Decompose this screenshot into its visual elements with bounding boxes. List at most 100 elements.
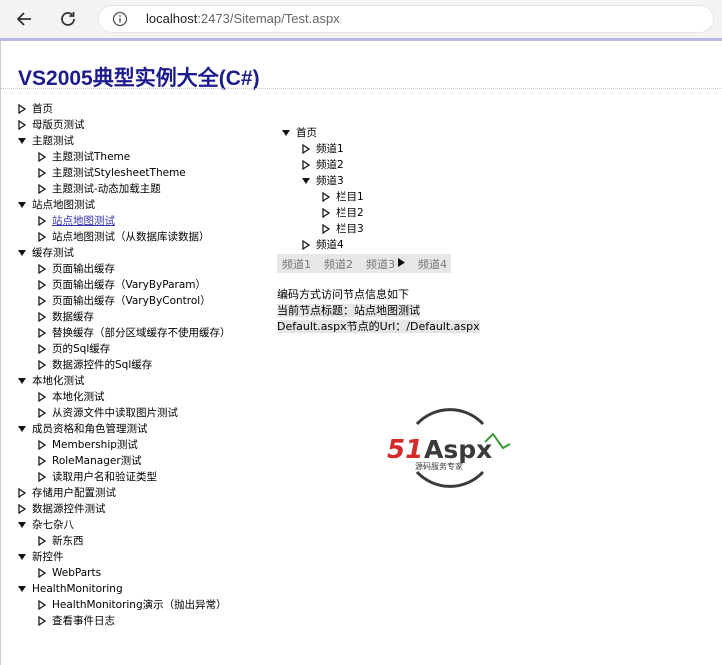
tree-node-label[interactable]: 频道1: [314, 141, 344, 157]
collapsed-arrow-icon[interactable]: [34, 357, 50, 373]
tree-node-label[interactable]: 栏目3: [334, 221, 364, 237]
expanded-arrow-icon[interactable]: [278, 125, 294, 141]
tree-node-label[interactable]: 替换缓存（部分区域缓存不使用缓存）: [50, 325, 231, 341]
tree-node-label[interactable]: 本地化测试: [30, 373, 85, 389]
tree-node-label[interactable]: 主题测试StylesheetTheme: [50, 165, 186, 181]
collapsed-arrow-icon[interactable]: [34, 277, 50, 293]
collapsed-arrow-icon[interactable]: [34, 437, 50, 453]
collapsed-arrow-icon[interactable]: [34, 405, 50, 421]
collapsed-arrow-icon[interactable]: [34, 261, 50, 277]
tree-node[interactable]: 新东西: [14, 533, 231, 549]
tree-node-label[interactable]: 成员资格和角色管理测试: [30, 421, 148, 437]
tree-node[interactable]: 数据缓存: [14, 309, 231, 325]
tree-node-label[interactable]: 频道2: [314, 157, 344, 173]
tree-node[interactable]: 栏目3: [278, 221, 364, 237]
tree-node[interactable]: 缓存测试: [14, 245, 231, 261]
tree-node[interactable]: 数据源控件的Sql缓存: [14, 357, 231, 373]
tree-node[interactable]: 页面输出缓存（VaryByParam）: [14, 277, 231, 293]
tree-node[interactable]: 存储用户配置测试: [14, 485, 231, 501]
tree-node-label[interactable]: 主题测试: [30, 133, 74, 149]
tree-node-label[interactable]: 本地化测试: [50, 389, 105, 405]
tree-node[interactable]: 频道3: [278, 173, 364, 189]
collapsed-arrow-icon[interactable]: [34, 293, 50, 309]
tree-node[interactable]: 母版页测试: [14, 117, 231, 133]
collapsed-arrow-icon[interactable]: [34, 389, 50, 405]
tree-node-label[interactable]: 读取用户名和验证类型: [50, 469, 157, 485]
tree-node[interactable]: 站点地图测试: [14, 197, 231, 213]
tree-node-label[interactable]: 首页: [30, 101, 53, 117]
tree-node-label[interactable]: 频道3: [314, 173, 344, 189]
tree-node[interactable]: RoleManager测试: [14, 453, 231, 469]
tree-node[interactable]: 主题测试Theme: [14, 149, 231, 165]
tree-node[interactable]: 站点地图测试（从数据库读数据）: [14, 229, 231, 245]
collapsed-arrow-icon[interactable]: [34, 533, 50, 549]
tree-node-label[interactable]: 查看事件日志: [50, 613, 115, 629]
tree-node-label[interactable]: 页面输出缓存（VaryByControl）: [50, 293, 211, 309]
collapsed-arrow-icon[interactable]: [34, 597, 50, 613]
expanded-arrow-icon[interactable]: [14, 549, 30, 565]
collapsed-arrow-icon[interactable]: [14, 485, 30, 501]
tree-node[interactable]: 本地化测试: [14, 389, 231, 405]
tree-node[interactable]: 从资源文件中读取图片测试: [14, 405, 231, 421]
collapsed-arrow-icon[interactable]: [14, 117, 30, 133]
collapsed-arrow-icon[interactable]: [318, 221, 334, 237]
tree-node[interactable]: 主题测试-动态加载主题: [14, 181, 231, 197]
tree-node-label[interactable]: 数据源控件的Sql缓存: [50, 357, 152, 373]
collapsed-arrow-icon[interactable]: [34, 181, 50, 197]
tree-node-label[interactable]: 站点地图测试（从数据库读数据）: [50, 229, 210, 245]
address-bar[interactable]: localhost:2473/Sitemap/Test.aspx: [98, 5, 714, 33]
tree-node[interactable]: 数据源控件测试: [14, 501, 231, 517]
url-text[interactable]: localhost:2473/Sitemap/Test.aspx: [146, 11, 340, 26]
tree-node[interactable]: Membership测试: [14, 437, 231, 453]
tree-node-label[interactable]: 杂七杂八: [30, 517, 74, 533]
tree-node[interactable]: 首页: [278, 125, 364, 141]
expanded-arrow-icon[interactable]: [14, 373, 30, 389]
collapsed-arrow-icon[interactable]: [34, 165, 50, 181]
tree-node[interactable]: 主题测试StylesheetTheme: [14, 165, 231, 181]
collapsed-arrow-icon[interactable]: [34, 469, 50, 485]
tree-node-label[interactable]: 站点地图测试: [30, 197, 95, 213]
tree-node[interactable]: 频道2: [278, 157, 364, 173]
tree-node[interactable]: 替换缓存（部分区域缓存不使用缓存）: [14, 325, 231, 341]
tree-node-label[interactable]: 母版页测试: [30, 117, 85, 133]
info-icon[interactable]: [112, 11, 128, 27]
tree-node[interactable]: 读取用户名和验证类型: [14, 469, 231, 485]
tree-node-label[interactable]: RoleManager测试: [50, 453, 142, 469]
collapsed-arrow-icon[interactable]: [34, 613, 50, 629]
tree-node[interactable]: 成员资格和角色管理测试: [14, 421, 231, 437]
collapsed-arrow-icon[interactable]: [34, 309, 50, 325]
tree-node-label[interactable]: 页的Sql缓存: [50, 341, 110, 357]
collapsed-arrow-icon[interactable]: [318, 205, 334, 221]
collapsed-arrow-icon[interactable]: [34, 325, 50, 341]
tree-node[interactable]: 频道1: [278, 141, 364, 157]
tree-node-label[interactable]: 站点地图测试: [50, 213, 115, 229]
tree-node[interactable]: 页面输出缓存: [14, 261, 231, 277]
tree-node-label[interactable]: 主题测试-动态加载主题: [50, 181, 161, 197]
expanded-arrow-icon[interactable]: [14, 133, 30, 149]
tree-node-label[interactable]: HealthMonitoring演示（抛出异常）: [50, 597, 227, 613]
tree-node[interactable]: 栏目2: [278, 205, 364, 221]
expanded-arrow-icon[interactable]: [14, 245, 30, 261]
tree-node-label[interactable]: 首页: [294, 125, 317, 141]
collapsed-arrow-icon[interactable]: [34, 565, 50, 581]
collapsed-arrow-icon[interactable]: [34, 229, 50, 245]
menu-item[interactable]: 频道3: [366, 256, 405, 272]
tree-node[interactable]: HealthMonitoring: [14, 581, 231, 597]
collapsed-arrow-icon[interactable]: [298, 141, 314, 157]
menu-item[interactable]: 频道4: [418, 256, 447, 272]
tree-node[interactable]: 首页: [14, 101, 231, 117]
expanded-arrow-icon[interactable]: [14, 197, 30, 213]
collapsed-arrow-icon[interactable]: [298, 157, 314, 173]
collapsed-arrow-icon[interactable]: [34, 341, 50, 357]
tree-node-label[interactable]: 新控件: [30, 549, 64, 565]
collapsed-arrow-icon[interactable]: [34, 149, 50, 165]
tree-node-label[interactable]: 数据源控件测试: [30, 501, 106, 517]
expanded-arrow-icon[interactable]: [298, 173, 314, 189]
back-arrow-icon[interactable]: [12, 7, 36, 31]
collapsed-arrow-icon[interactable]: [34, 453, 50, 469]
tree-node[interactable]: 新控件: [14, 549, 231, 565]
tree-node-label[interactable]: 栏目1: [334, 189, 364, 205]
collapsed-arrow-icon[interactable]: [298, 237, 314, 253]
tree-node-label[interactable]: 缓存测试: [30, 245, 74, 261]
expanded-arrow-icon[interactable]: [14, 517, 30, 533]
